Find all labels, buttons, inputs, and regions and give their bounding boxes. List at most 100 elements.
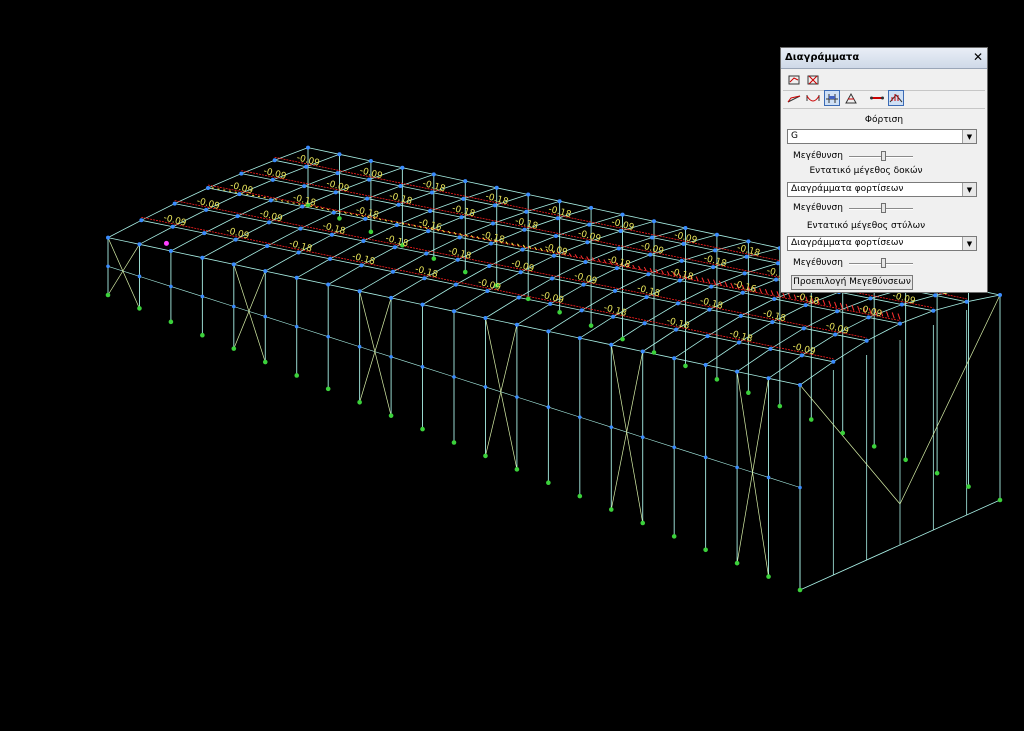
moment-icon[interactable] [786,90,802,106]
load-value-label: -0.09 [162,213,187,229]
support-node [462,269,468,275]
wall-rail [516,396,549,408]
zoom-slider-3[interactable] [849,258,913,268]
node [609,425,614,429]
node [490,221,495,226]
ridge-load-hatch [759,287,763,294]
node [202,231,207,236]
wall-brace [233,270,266,349]
node [328,256,333,261]
load-case-select[interactable]: G ▼ [787,129,977,144]
load-case-value: G [791,131,798,141]
roof-purlin [935,294,967,303]
wall-rail [768,477,801,488]
node [735,369,740,374]
diagram-on-icon[interactable] [786,72,802,88]
load-value-label: -0.18 [351,252,376,268]
wall-rail [548,406,580,418]
load-value-label: -0.18 [665,316,690,332]
slider-thumb-3[interactable] [881,258,886,268]
reset-zoom-button[interactable]: Προεπιλογή Μεγεθύνσεων [791,275,913,290]
node [337,152,342,157]
wall-rail [674,446,706,458]
diagram-off-icon[interactable] [805,72,821,88]
node [263,269,268,274]
ridge-load-hatch [834,301,838,308]
roof-purlin [674,357,706,366]
panel-titlebar[interactable]: Διαγράμματα ✕ [781,48,987,69]
load-value-label: -0.09 [325,179,350,195]
beam-force-label: Εντατικό μέγεθος δοκών [809,166,923,176]
ridge-load-hatch [828,300,832,307]
node [714,232,719,237]
roof-purlin [368,179,401,187]
roof-purlin [622,214,655,222]
roof-beam [453,290,488,312]
load-value-label: -0.18 [699,296,724,312]
zoom-label-1: Μεγέθυνση [793,151,843,161]
node [579,308,584,313]
column-force-value: Διαγράμματα φορτίσεων [791,238,904,248]
node [357,289,362,294]
axial-icon[interactable] [824,90,840,106]
ridge-load-hatch [839,302,843,309]
toolbar-row-2 [783,88,985,109]
support-node [808,417,814,422]
support-node [525,296,531,302]
node [864,338,869,343]
roof-purlin [713,266,745,274]
roof-purlin [737,371,769,379]
support-node [388,413,394,418]
wall-rail [233,306,266,317]
support-node [746,390,751,396]
beam-force-select[interactable]: Διαγράμματα φορτίσεων ▼ [787,182,977,197]
highlighted-node [163,240,169,246]
node [326,282,331,287]
wall-brace [233,264,266,363]
roof-purlin [650,254,682,262]
slider-thumb-1[interactable] [881,151,886,161]
node [768,346,773,351]
support-node [703,547,708,553]
shear-icon[interactable] [805,90,821,106]
member-icon[interactable] [869,90,885,106]
support-node [420,426,425,432]
node [998,293,1002,297]
roof-purlin [738,342,771,350]
node [772,296,777,301]
node [831,359,836,364]
zoom-slider-1[interactable] [849,151,913,161]
node [672,356,677,361]
support-node [620,336,625,342]
roof-beam [799,361,834,386]
support-node [557,309,562,315]
load-diagram-icon[interactable] [888,90,904,106]
roof-purlin [709,309,741,317]
ridge-load-hatch [707,278,711,284]
node [483,316,488,320]
support-node [797,587,803,593]
wall-brace [359,297,392,403]
slider-thumb-2[interactable] [881,203,886,213]
node [200,294,205,299]
column-force-select[interactable]: Διαγράμματα φορτίσεων ▼ [787,236,977,251]
roof-purlin [494,204,527,213]
node [553,233,558,238]
ridge-load-hatch [338,210,341,213]
roof-beam [233,245,268,265]
torsion-icon[interactable] [843,90,859,106]
zoom-slider-2[interactable] [849,203,913,213]
node [646,272,651,277]
zoom-label-3: Μεγέθυνση [793,258,843,268]
roof-purlin [801,354,834,363]
wall-rail [265,316,297,327]
node [798,383,802,387]
roof-purlin [487,290,519,298]
node [365,196,370,201]
support-node [766,574,771,579]
roof-purlin [548,331,580,339]
node [735,465,739,470]
load-value-label: -0.09 [262,166,287,182]
close-icon[interactable]: ✕ [973,50,983,64]
wall-rail [453,376,486,388]
